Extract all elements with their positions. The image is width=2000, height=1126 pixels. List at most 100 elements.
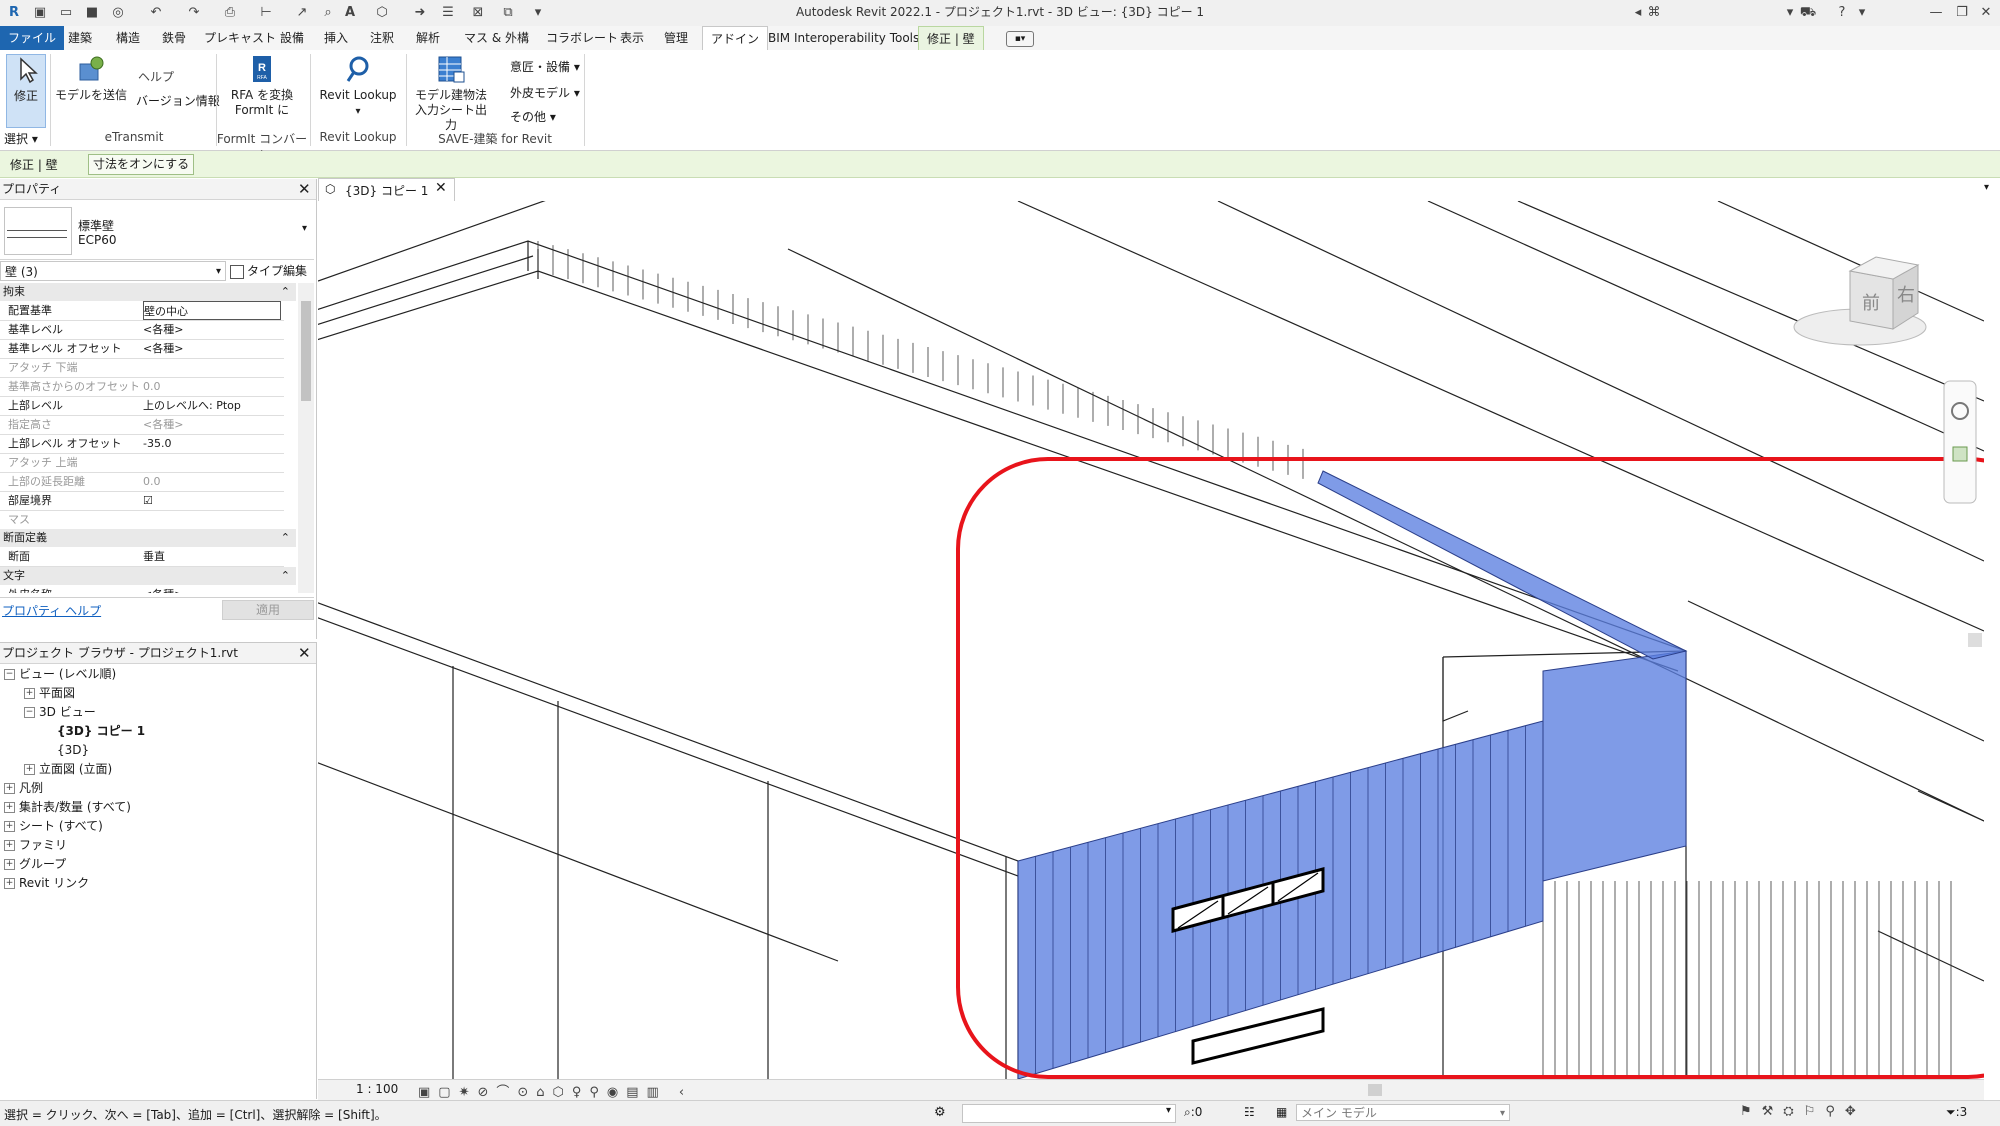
property-value[interactable]: 上のレベルへ: Ptop [143, 396, 281, 415]
save-building-export-button[interactable]: モデル建物法 入力シート出力 [410, 54, 492, 133]
tab-bim-interoperability[interactable]: BIM Interoperability Tools [760, 26, 927, 50]
tree-item[interactable]: + ファミリ [4, 836, 304, 855]
workset-icon[interactable]: ⚙ [934, 1105, 946, 1120]
property-value[interactable]: 壁の中心 [143, 301, 281, 320]
expand-icon[interactable]: + [24, 764, 35, 775]
collapse-icon[interactable]: − [4, 669, 15, 680]
expand-icon[interactable]: + [4, 783, 15, 794]
envelope-model-menu[interactable]: 外皮モデル ▾ [510, 84, 580, 101]
property-row[interactable]: アタッチ 下端 [0, 358, 284, 378]
tree-item[interactable]: + 集計表/数量 (すべて) [4, 798, 304, 817]
help-link[interactable]: ヘルプ [138, 68, 174, 85]
tab-analyze[interactable]: 解析 [408, 26, 448, 50]
tab-file[interactable]: ファイル [0, 26, 65, 50]
scrollbar-thumb[interactable] [301, 301, 311, 401]
measure-icon[interactable]: ⊢ [256, 4, 276, 22]
design-options-icon[interactable]: ☷ [1244, 1105, 1255, 1119]
property-row-profile[interactable]: 断面 垂直 [0, 547, 284, 567]
view-scale[interactable]: 1 : 100 [356, 1082, 398, 1096]
viewcube-right-label[interactable]: 右 [1897, 285, 1915, 306]
main-model-dropdown[interactable]: メイン モデル ▾ [1296, 1104, 1510, 1121]
viewcube-front-label[interactable]: 前 [1862, 293, 1880, 314]
send-model-button[interactable]: モデルを送信 [54, 54, 128, 103]
3d-view-icon[interactable]: ⬡ [372, 4, 392, 22]
home-icon[interactable]: ▣ [30, 4, 50, 22]
type-selector[interactable]: 標準壁 ECP60 ▾ [0, 201, 314, 260]
property-value[interactable]: 0.0 [143, 377, 281, 396]
ribbon-display-toggle-icon[interactable]: ▪▾ [1006, 31, 1034, 47]
view-control-icons[interactable]: ▣▢✷⊘⌒⊙⌂⬡♀⚲◉▤▥ ‹ [418, 1081, 692, 1100]
selected-parapet[interactable] [1317, 470, 1688, 660]
tab-massing[interactable]: マス & 外構 [456, 26, 537, 50]
open-icon[interactable]: ▭ [56, 4, 76, 22]
section-text[interactable]: 文字 ⌃ [0, 567, 296, 585]
tab-insert[interactable]: 挿入 [316, 26, 356, 50]
tree-item[interactable]: {3D} [4, 741, 304, 760]
horizontal-scrollbar-thumb[interactable] [1368, 1084, 1382, 1096]
property-row-text[interactable]: 外皮名称 <各種> [0, 585, 284, 593]
property-value[interactable] [143, 358, 281, 377]
property-value[interactable] [143, 510, 281, 529]
cart-icon[interactable]: ⛟ [1798, 4, 1818, 22]
tree-item[interactable]: + 凡例 [4, 779, 304, 798]
activate-dimensions-button[interactable]: 寸法をオンにする [88, 154, 195, 175]
customize-qat-icon[interactable]: ▾ [528, 4, 548, 22]
print-icon[interactable]: ⎙ [220, 4, 240, 22]
tree-item[interactable]: − ビュー (レベル順) [4, 665, 304, 684]
property-value[interactable]: -35.0 [143, 434, 281, 453]
section-profile[interactable]: 断面定義 ⌃ [0, 529, 296, 547]
edit-type-button[interactable]: タイプ編集 [230, 261, 314, 281]
dimension-icon[interactable]: ↗ [292, 4, 312, 22]
property-value[interactable]: <各種> [143, 415, 281, 434]
type-dropdown-icon[interactable]: ▾ [302, 223, 307, 234]
sync-icon[interactable]: ◎ [108, 4, 128, 22]
expand-icon[interactable]: + [4, 878, 15, 889]
restore-icon[interactable]: ❐ [1952, 4, 1972, 22]
help-icon[interactable]: ? [1832, 4, 1852, 22]
help-dropdown-icon[interactable]: ▾ [1852, 4, 1872, 22]
section-icon[interactable]: ➜ [410, 4, 430, 22]
property-row[interactable]: 上部レベル オフセット -35.0 [0, 434, 284, 454]
tab-annotate[interactable]: 注釈 [362, 26, 402, 50]
property-value[interactable]: <各種> [143, 585, 281, 593]
close-hidden-icon[interactable]: ⊠ [468, 4, 488, 22]
tree-item[interactable]: + 立面図 (立面) [4, 760, 304, 779]
tree-item[interactable]: + シート (すべて) [4, 817, 304, 836]
tree-item[interactable]: + Revit リンク [4, 874, 304, 893]
close-window-icon[interactable]: ✕ [1976, 4, 1996, 22]
view-tab[interactable]: ⬡ {3D} コピー 1 ✕ [318, 178, 455, 201]
section-constraints[interactable]: 拘束 ⌃ [0, 283, 296, 301]
instance-filter[interactable]: 壁 (3) ▾ [0, 261, 226, 281]
properties-scrollbar[interactable] [298, 283, 314, 593]
tree-item[interactable]: + グループ [4, 855, 304, 874]
property-row[interactable]: 配置基準 壁の中心 [0, 301, 284, 321]
view-list-dropdown-icon[interactable]: ▾ [1984, 182, 1989, 193]
tab-structure[interactable]: 構造 [108, 26, 148, 50]
tab-steel[interactable]: 鉄骨 [154, 26, 194, 50]
tab-addins[interactable]: アドイン [702, 26, 769, 51]
binoculars-icon[interactable]: ⌘ [1644, 4, 1664, 22]
navigation-bar[interactable] [1943, 380, 1977, 504]
tab-view[interactable]: 表示 [612, 26, 652, 50]
revit-lookup-button[interactable]: Revit Lookup ▾ [316, 54, 400, 119]
dropdown-icon[interactable]: ▾ [1780, 4, 1800, 22]
undo-icon[interactable]: ↶ [146, 4, 166, 22]
property-value[interactable] [143, 453, 281, 472]
expand-icon[interactable]: + [4, 802, 15, 813]
expand-icon[interactable]: + [24, 688, 35, 699]
viewcube[interactable]: 前 右 [1793, 256, 1927, 346]
switch-windows-icon[interactable]: ⧉ [498, 4, 518, 22]
thin-lines-icon[interactable]: ☰ [438, 4, 458, 22]
expand-icon[interactable]: + [4, 821, 15, 832]
properties-help-link[interactable]: プロパティ ヘルプ [2, 602, 101, 619]
design-option-set-icon[interactable]: ▦ [1276, 1105, 1287, 1119]
property-row[interactable]: 基準高さからのオフセット 0.0 [0, 377, 284, 397]
version-info-button[interactable]: バージョン情報 [136, 92, 220, 109]
vertical-scrollbar[interactable] [1968, 633, 1982, 647]
close-properties-icon[interactable]: ✕ [298, 180, 311, 198]
property-row[interactable]: 部屋境界 ☑ [0, 491, 284, 511]
property-row[interactable]: 指定高さ <各種> [0, 415, 284, 435]
property-value[interactable]: ☑ [143, 491, 281, 510]
modify-button[interactable]: 修正 [6, 54, 46, 128]
property-value[interactable]: <各種> [143, 320, 281, 339]
